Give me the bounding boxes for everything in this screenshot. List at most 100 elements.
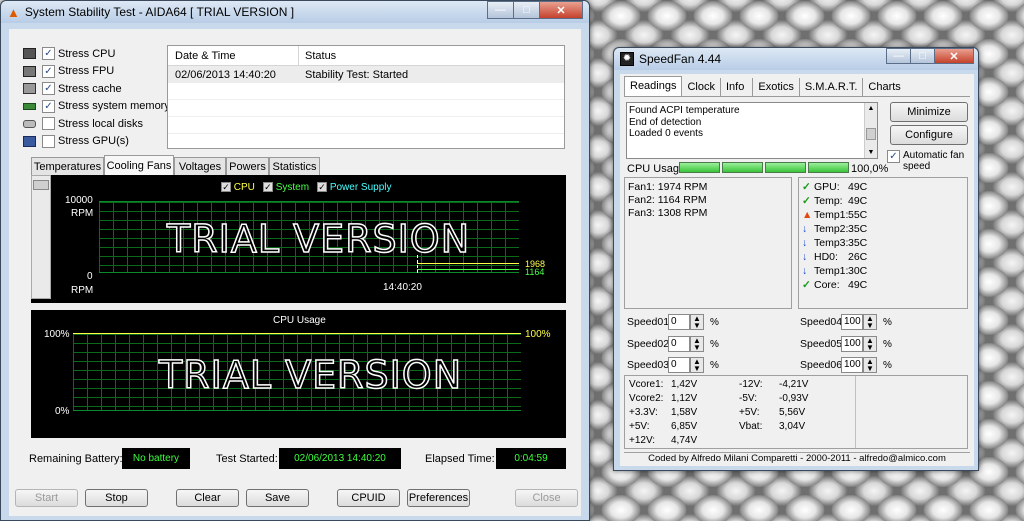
close-icon[interactable]: ✕ bbox=[934, 48, 974, 64]
scroll-thumb[interactable] bbox=[33, 180, 49, 190]
stop-button[interactable]: Stop bbox=[85, 489, 148, 507]
preferences-button[interactable]: Preferences bbox=[407, 489, 470, 507]
checkbox[interactable]: ✓ bbox=[42, 99, 55, 113]
column-header-datetime[interactable]: Date & Time bbox=[168, 46, 299, 65]
table-row bbox=[168, 100, 564, 117]
spin-arrows-icon[interactable]: ▲ ▼ bbox=[690, 336, 704, 352]
minimize-button[interactable]: Minimize bbox=[890, 102, 968, 122]
clear-button[interactable]: Clear bbox=[176, 489, 239, 507]
checkbox[interactable]: ✓ bbox=[42, 47, 55, 61]
legend-item-system[interactable]: ✓ System bbox=[262, 182, 309, 193]
cpuid-button[interactable]: CPUID bbox=[337, 489, 400, 507]
spin-arrows-icon[interactable]: ▲ ▼ bbox=[690, 314, 704, 330]
checkbox[interactable] bbox=[42, 117, 55, 131]
stress-option[interactable]: ✓ Stress FPU bbox=[23, 63, 170, 81]
tab-clock[interactable]: Clock bbox=[682, 78, 721, 96]
tab-temperatures[interactable]: Temperatures bbox=[31, 157, 104, 175]
elapsed-value: 0:04:59 bbox=[496, 448, 566, 469]
checkbox[interactable]: ✓ bbox=[262, 182, 273, 193]
speed-input[interactable]: 0 bbox=[668, 357, 690, 373]
speed-control[interactable]: Speed03: 0 ▲ ▼% bbox=[627, 357, 719, 373]
spin-arrows-icon[interactable]: ▲ ▼ bbox=[863, 357, 877, 373]
auto-fan-speed[interactable]: ✓ Automatic fan speed bbox=[887, 150, 973, 172]
tab-smart[interactable]: S.M.A.R.T. bbox=[800, 78, 864, 96]
checkbox[interactable]: ✓ bbox=[317, 182, 328, 193]
speed-input[interactable]: 0 bbox=[668, 336, 690, 352]
tab-voltages[interactable]: Voltages bbox=[174, 157, 226, 175]
speed-input[interactable]: 100 bbox=[841, 336, 863, 352]
test-started-label: Test Started: bbox=[216, 453, 278, 465]
cpu-bar bbox=[722, 162, 763, 173]
arrow-down-icon: ↓ bbox=[802, 265, 808, 277]
maximize-icon[interactable]: □ bbox=[910, 48, 934, 64]
tab-powers[interactable]: Powers bbox=[226, 157, 269, 175]
legend-item-power-supply[interactable]: ✓ Power Supply bbox=[317, 182, 392, 193]
fpu-icon bbox=[23, 65, 36, 77]
scroll-up-icon[interactable]: ▲ bbox=[865, 103, 877, 115]
fan-y-top-unit: RPM bbox=[71, 208, 94, 219]
log-time: 02/06/2013 14:40:20 bbox=[175, 68, 276, 81]
stress-option[interactable]: Stress local disks bbox=[23, 115, 170, 133]
arrow-down-icon: ↓ bbox=[802, 237, 808, 249]
stress-option[interactable]: ✓ Stress CPU bbox=[23, 45, 170, 63]
log-scrollbar[interactable]: ▲ ▼ bbox=[864, 103, 877, 158]
volts-divider bbox=[855, 376, 856, 448]
checkbox[interactable]: ✓ bbox=[42, 82, 55, 96]
aida64-client: ✓ Stress CPU ✓ Stress FPU ✓ Stress cache… bbox=[9, 29, 581, 516]
tab-info[interactable]: Info bbox=[721, 78, 754, 96]
window-controls: — □ ✕ bbox=[487, 1, 583, 19]
checkbox[interactable] bbox=[42, 134, 55, 148]
spin-arrows-icon[interactable]: ▲ ▼ bbox=[863, 336, 877, 352]
fan-time-label: 14:40:20 bbox=[383, 282, 422, 293]
tab-statistics[interactable]: Statistics bbox=[269, 157, 320, 175]
close-button[interactable]: Close bbox=[515, 489, 578, 507]
cpu-chart-title: CPU Usage bbox=[273, 315, 326, 326]
speed-input[interactable]: 0 bbox=[668, 314, 690, 330]
stress-option[interactable]: ✓ Stress cache bbox=[23, 80, 170, 98]
start-button[interactable]: Start bbox=[15, 489, 78, 507]
spin-arrows-icon[interactable]: ▲ ▼ bbox=[863, 314, 877, 330]
minimize-icon[interactable]: — bbox=[886, 48, 910, 64]
configure-button[interactable]: Configure bbox=[890, 125, 968, 145]
cpu-usage-value: 100,0% bbox=[851, 163, 889, 175]
column-header-status[interactable]: Status bbox=[299, 50, 336, 62]
chart-scrollbar[interactable] bbox=[31, 175, 51, 299]
stress-option[interactable]: ✓ Stress system memory bbox=[23, 98, 170, 116]
scroll-thumb[interactable] bbox=[866, 128, 876, 140]
disk-icon bbox=[23, 119, 36, 128]
speed-input[interactable]: 100 bbox=[841, 357, 863, 373]
speed-input[interactable]: 100 bbox=[841, 314, 863, 330]
scroll-down-icon[interactable]: ▼ bbox=[865, 147, 877, 159]
cpu-bar bbox=[765, 162, 806, 173]
battery-value: No battery bbox=[122, 448, 190, 469]
speed-control[interactable]: Speed05: 100 ▲ ▼% bbox=[800, 336, 892, 352]
check-icon: ✓ bbox=[802, 279, 811, 291]
maximize-icon[interactable]: □ bbox=[513, 1, 539, 19]
save-button[interactable]: Save bbox=[246, 489, 309, 507]
log-table[interactable]: Date & Time Status 02/06/2013 14:40:20 S… bbox=[167, 45, 565, 149]
temp-reading: ↓ Temp3: 35C bbox=[802, 237, 868, 249]
volts-left: Vcore1: 1,42V Vcore2: 1,12V +3.3V: 1,58V +5… bbox=[629, 378, 697, 448]
tab-cooling-fans[interactable]: Cooling Fans bbox=[104, 155, 174, 175]
tab-charts[interactable]: Charts bbox=[863, 78, 905, 96]
speedfan-tabs: Readings Clock Info Exotics S.M.A.R.T. C… bbox=[624, 76, 906, 96]
check-icon: ✓ bbox=[802, 195, 811, 207]
speed-control[interactable]: Speed02: 0 ▲ ▼% bbox=[627, 336, 719, 352]
speed-control[interactable]: Speed01: 0 ▲ ▼% bbox=[627, 314, 719, 330]
minimize-icon[interactable]: — bbox=[487, 1, 513, 19]
log-line: End of detection bbox=[629, 116, 702, 128]
speed-control[interactable]: Speed06: 100 ▲ ▼% bbox=[800, 357, 892, 373]
stress-option[interactable]: Stress GPU(s) bbox=[23, 133, 170, 151]
checkbox[interactable]: ✓ bbox=[221, 182, 231, 193]
event-log[interactable]: Found ACPI temperature End of detection … bbox=[626, 102, 878, 159]
cpu-icon bbox=[23, 48, 36, 60]
legend-item-cpu[interactable]: ✓ CPU bbox=[221, 182, 255, 193]
checkbox[interactable]: ✓ bbox=[42, 64, 55, 78]
checkbox[interactable]: ✓ bbox=[887, 150, 900, 163]
spin-arrows-icon[interactable]: ▲ ▼ bbox=[690, 357, 704, 373]
speed-control[interactable]: Speed04: 100 ▲ ▼% bbox=[800, 314, 892, 330]
tab-readings[interactable]: Readings bbox=[624, 76, 683, 96]
tab-exotics[interactable]: Exotics bbox=[753, 78, 800, 96]
close-icon[interactable]: ✕ bbox=[539, 1, 583, 19]
table-row[interactable]: 02/06/2013 14:40:20 Stability Test: Star… bbox=[168, 66, 564, 83]
